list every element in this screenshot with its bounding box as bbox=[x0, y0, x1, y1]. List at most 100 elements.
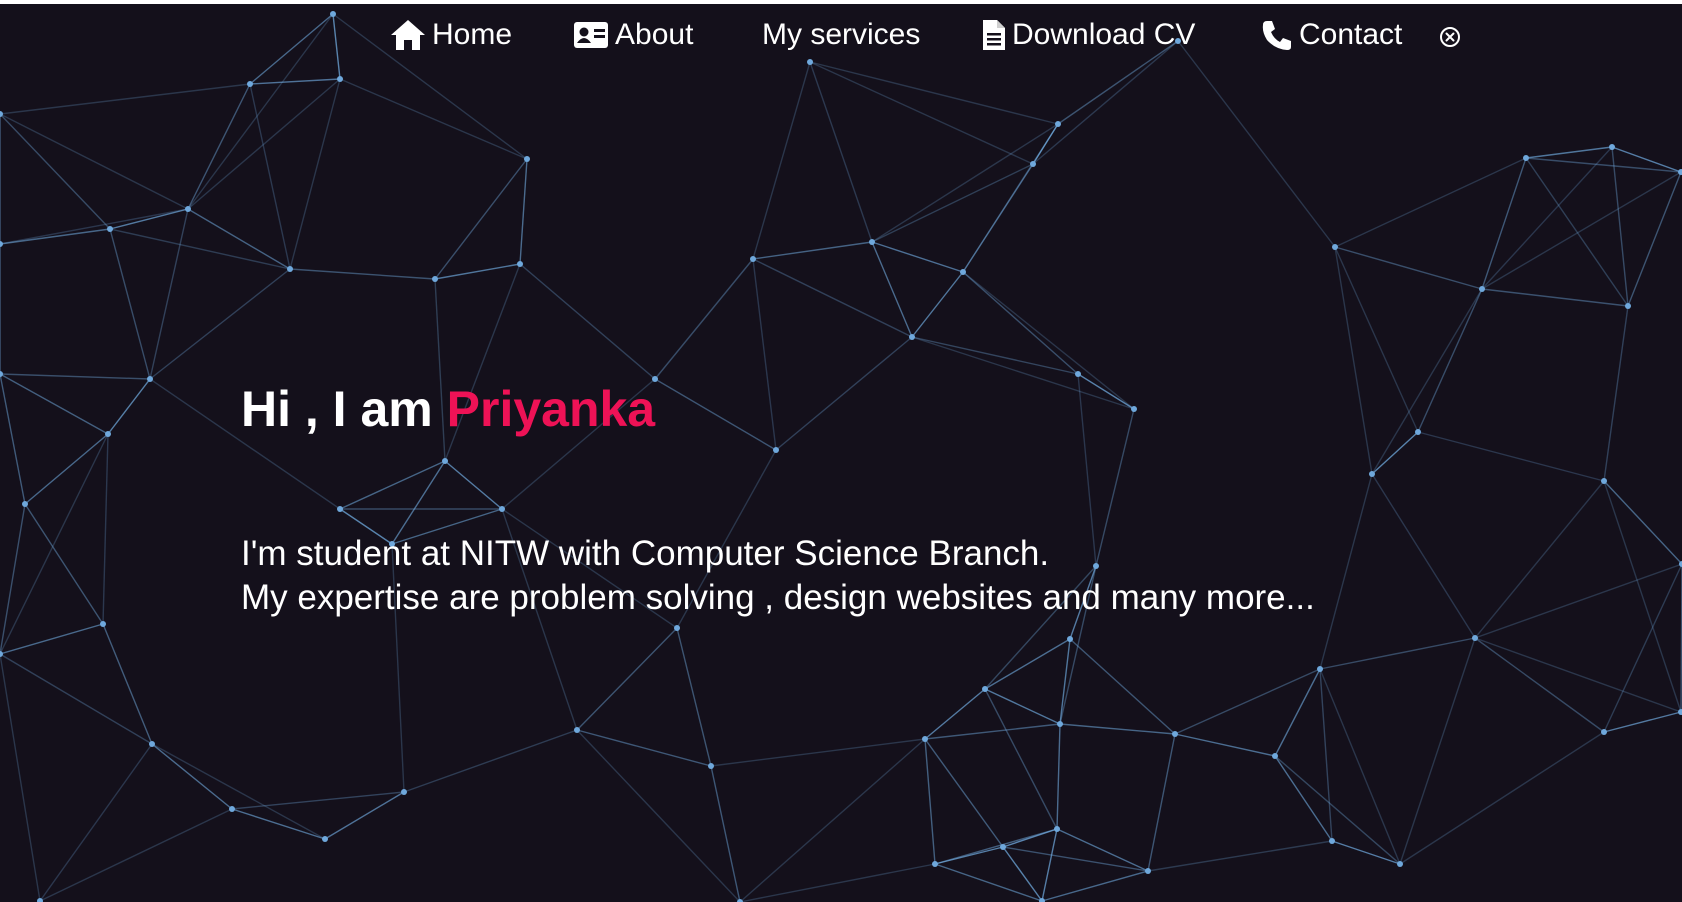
network-node bbox=[401, 789, 407, 795]
network-line bbox=[0, 113, 111, 230]
network-node bbox=[337, 506, 343, 512]
network-node bbox=[750, 256, 756, 262]
nav-about[interactable]: About bbox=[573, 12, 693, 58]
network-line bbox=[187, 78, 341, 210]
network-node bbox=[1272, 753, 1278, 759]
network-node bbox=[1055, 121, 1061, 127]
network-line bbox=[109, 228, 291, 270]
network-line bbox=[1041, 870, 1149, 902]
network-line bbox=[809, 61, 1034, 165]
network-node bbox=[909, 334, 915, 340]
network-line bbox=[1474, 637, 1605, 733]
network-line bbox=[924, 738, 936, 865]
network-node bbox=[1075, 371, 1081, 377]
network-node bbox=[1030, 161, 1036, 167]
network-line bbox=[676, 627, 712, 767]
network-line bbox=[775, 336, 913, 451]
nav-my-services[interactable]: My services bbox=[762, 12, 920, 58]
network-node bbox=[185, 206, 191, 212]
network-line bbox=[710, 738, 926, 767]
network-line bbox=[1627, 171, 1682, 307]
network-line bbox=[924, 688, 986, 740]
network-line bbox=[962, 271, 1135, 410]
network-line bbox=[231, 791, 405, 810]
network-line bbox=[809, 61, 873, 243]
network-node bbox=[105, 431, 111, 437]
network-node bbox=[1601, 729, 1607, 735]
network-line bbox=[151, 743, 326, 840]
network-line bbox=[1147, 733, 1176, 872]
network-line bbox=[752, 258, 913, 338]
network-node bbox=[432, 276, 438, 282]
nav-contact-label: Contact bbox=[1299, 18, 1403, 51]
hero-description: I'm student at NITW with Computer Scienc… bbox=[241, 532, 1315, 620]
network-node bbox=[22, 501, 28, 507]
network-node bbox=[1397, 861, 1403, 867]
nav-download-cv[interactable]: Download CV bbox=[982, 12, 1195, 58]
network-line bbox=[1603, 563, 1682, 733]
top-navbar: Home About My services Download CV Conta… bbox=[0, 12, 1682, 58]
network-node bbox=[960, 269, 966, 275]
network-node bbox=[1678, 709, 1682, 715]
network-line bbox=[1603, 711, 1682, 733]
network-line bbox=[519, 263, 656, 380]
network-line bbox=[24, 433, 109, 505]
network-line bbox=[934, 828, 1058, 865]
network-line bbox=[576, 729, 741, 902]
network-node bbox=[247, 81, 253, 87]
network-node bbox=[1332, 244, 1338, 250]
network-line bbox=[1319, 637, 1476, 670]
network-line bbox=[289, 78, 341, 270]
document-icon bbox=[982, 19, 1006, 51]
network-line bbox=[1525, 146, 1613, 159]
network-line bbox=[739, 738, 926, 902]
network-line bbox=[102, 623, 153, 745]
network-line bbox=[1481, 157, 1527, 290]
close-circle-icon[interactable] bbox=[1439, 26, 1461, 48]
network-node bbox=[1057, 721, 1063, 727]
nav-about-label: About bbox=[615, 18, 694, 51]
network-line bbox=[0, 373, 26, 505]
network-node bbox=[1609, 144, 1615, 150]
hero-greeting: Hi , I am bbox=[241, 381, 433, 437]
network-node bbox=[922, 736, 928, 742]
network-line bbox=[403, 729, 578, 793]
network-node bbox=[1317, 666, 1323, 672]
network-line bbox=[1177, 40, 1336, 248]
network-node bbox=[1172, 731, 1178, 737]
network-line bbox=[576, 729, 712, 767]
network-node bbox=[107, 226, 113, 232]
network-line bbox=[984, 638, 1071, 690]
nav-contact[interactable]: Contact bbox=[1261, 12, 1402, 58]
nav-download-cv-label: Download CV bbox=[1012, 18, 1196, 51]
nav-home-label: Home bbox=[432, 18, 513, 51]
nav-my-services-label: My services bbox=[762, 18, 921, 51]
network-node bbox=[1067, 636, 1073, 642]
network-node bbox=[287, 266, 293, 272]
network-line bbox=[1059, 638, 1071, 725]
network-line bbox=[871, 123, 1059, 243]
network-line bbox=[871, 241, 913, 338]
network-line bbox=[1002, 846, 1043, 902]
network-node bbox=[1145, 868, 1151, 874]
network-line bbox=[39, 743, 153, 902]
network-line bbox=[739, 863, 936, 902]
network-line bbox=[1481, 171, 1682, 290]
nav-home[interactable]: Home bbox=[390, 12, 512, 58]
network-line bbox=[0, 83, 251, 115]
network-line bbox=[752, 258, 777, 451]
network-node bbox=[322, 836, 328, 842]
network-line bbox=[1032, 40, 1179, 165]
network-line bbox=[911, 336, 1079, 375]
network-line bbox=[1525, 157, 1682, 173]
network-line bbox=[1041, 828, 1058, 902]
network-line bbox=[809, 61, 1059, 125]
network-line bbox=[911, 271, 964, 338]
network-line bbox=[1319, 473, 1373, 670]
network-node bbox=[0, 241, 3, 247]
network-line bbox=[1474, 637, 1682, 713]
network-line bbox=[752, 241, 873, 260]
network-node bbox=[773, 447, 779, 453]
network-line bbox=[871, 241, 964, 273]
network-line bbox=[109, 208, 189, 230]
